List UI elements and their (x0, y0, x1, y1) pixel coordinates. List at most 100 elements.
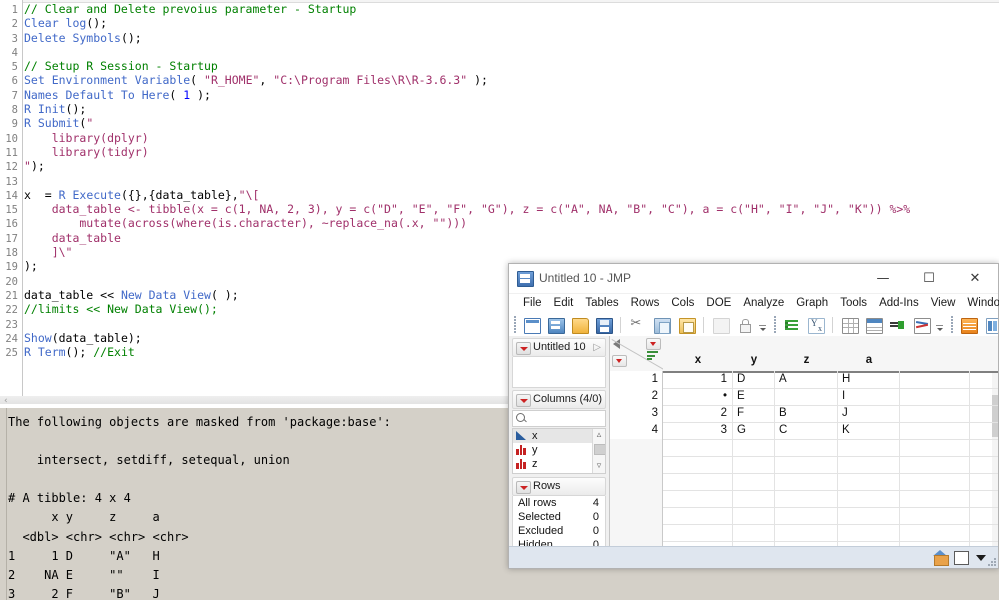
code-line[interactable]: 2Clear log(); (0, 16, 999, 30)
maximize-button[interactable]: ☐ (906, 264, 952, 293)
code-line[interactable]: 9R Submit(" (0, 116, 999, 130)
table-cell[interactable]: 2 (663, 405, 733, 422)
code-line[interactable]: 5// Setup R Session - Startup (0, 59, 999, 73)
row-header[interactable] (610, 439, 663, 456)
menu-item-analyze[interactable]: Analyze (737, 294, 790, 313)
table-cell[interactable] (733, 490, 775, 507)
fit-y-by-x-icon[interactable] (806, 316, 825, 334)
table-cell[interactable] (970, 405, 998, 422)
column-header-x[interactable]: x (663, 336, 734, 373)
table-cell[interactable] (900, 456, 970, 473)
table-cell[interactable] (838, 439, 900, 456)
table-cell[interactable] (733, 524, 775, 541)
row-header[interactable]: 1 (610, 371, 663, 388)
open-file-icon[interactable] (570, 316, 589, 334)
table-cell[interactable]: D (733, 371, 775, 388)
table-cell[interactable] (970, 422, 998, 439)
table-cell[interactable] (970, 388, 998, 405)
table-cell[interactable]: • (663, 388, 733, 405)
table-row[interactable] (610, 490, 998, 508)
table-cell[interactable] (663, 490, 733, 507)
table-cell[interactable] (775, 388, 838, 405)
chevron-right-icon[interactable]: ▷ (593, 341, 601, 354)
row-header[interactable] (610, 456, 663, 473)
code-line[interactable]: 15 data_table <- tibble(x = c(1, NA, 2, … (0, 202, 999, 216)
code-line[interactable]: 8R Init(); (0, 102, 999, 116)
column-header-a[interactable]: a (838, 336, 901, 373)
menu-item-rows[interactable]: Rows (625, 294, 666, 313)
column-header-empty[interactable] (900, 336, 971, 373)
table-cell[interactable] (733, 439, 775, 456)
table-cell[interactable] (663, 507, 733, 524)
row-header[interactable] (610, 490, 663, 507)
menu-item-tables[interactable]: Tables (579, 294, 624, 313)
table-cell[interactable] (838, 490, 900, 507)
table-cell[interactable]: H (838, 371, 900, 388)
table-cell[interactable] (838, 473, 900, 490)
tabulate-icon[interactable] (840, 316, 859, 334)
menu-item-cols[interactable]: Cols (665, 294, 700, 313)
table-cell[interactable]: J (838, 405, 900, 422)
table-scripts-area[interactable] (512, 357, 606, 388)
save-icon[interactable] (594, 316, 613, 334)
table-row[interactable] (610, 473, 998, 491)
code-line[interactable]: 11 library(tidyr) (0, 145, 999, 159)
graph-builder-icon[interactable] (959, 316, 978, 334)
menu-item-add-ins[interactable]: Add-Ins (873, 294, 925, 313)
menu-item-edit[interactable]: Edit (548, 294, 580, 313)
resize-grip[interactable] (988, 558, 996, 566)
table-cell[interactable]: K (838, 422, 900, 439)
toolbar-grip[interactable] (513, 315, 517, 333)
table-cell[interactable] (775, 473, 838, 490)
rows-panel-header[interactable]: Rows (512, 477, 606, 496)
home-window-icon[interactable] (933, 550, 948, 564)
menu-item-view[interactable]: View (925, 294, 962, 313)
row-header[interactable]: 4 (610, 422, 663, 439)
code-line[interactable]: 14x = R Execute({},{data_table},"\[ (0, 188, 999, 202)
table-row[interactable] (610, 456, 998, 474)
table-cell[interactable] (900, 490, 970, 507)
table-cell[interactable] (733, 507, 775, 524)
cut-icon[interactable] (628, 316, 647, 334)
columns-search-input[interactable] (512, 410, 606, 427)
table-cell[interactable] (838, 524, 900, 541)
table-cell[interactable] (838, 456, 900, 473)
table-cell[interactable] (900, 422, 970, 439)
table-row[interactable] (610, 524, 998, 542)
menu-item-tools[interactable]: Tools (834, 294, 873, 313)
rows-stat-all-rows[interactable]: All rows4 (513, 496, 605, 510)
table-row[interactable]: 32FBJ (610, 405, 998, 423)
columns-panel-header[interactable]: Columns (4/0) (512, 390, 606, 409)
table-cell[interactable]: A (775, 371, 838, 388)
fit-model-icon[interactable] (864, 316, 883, 334)
row-header[interactable]: 2 (610, 388, 663, 405)
white-square-icon[interactable] (954, 551, 969, 565)
table-cell[interactable] (970, 439, 998, 456)
jmp-data-grid[interactable]: xyza11DAH2•EI32FBJ43GCK (610, 336, 998, 546)
column-header-empty[interactable] (970, 336, 998, 373)
menu-item-file[interactable]: File (517, 294, 548, 313)
table-row[interactable] (610, 507, 998, 525)
table-cell[interactable] (663, 456, 733, 473)
jmp-data-table-window[interactable]: Untitled 10 - JMP — ☐ ✕ FileEditTablesRo… (508, 263, 999, 569)
control-chart-icon[interactable] (912, 316, 931, 334)
grid-corner-cell[interactable] (610, 336, 664, 373)
columns-red-triangle-icon[interactable] (646, 338, 661, 350)
jmp-menu-bar[interactable]: FileEditTablesRowsColsDOEAnalyzeGraphToo… (509, 294, 998, 313)
table-cell[interactable]: G (733, 422, 775, 439)
code-line[interactable]: 7Names Default To Here( 1 ); (0, 88, 999, 102)
table-cell[interactable] (970, 473, 998, 490)
code-line[interactable]: 16 mutate(across(where(is.character), ~r… (0, 216, 999, 230)
table-cell[interactable] (900, 439, 970, 456)
distribution-icon[interactable] (782, 316, 801, 334)
code-line[interactable]: 4 (0, 45, 999, 59)
code-line[interactable]: 6Set Environment Variable( "R_HOME", "C:… (0, 73, 999, 87)
caret-down-icon[interactable] (976, 555, 986, 561)
column-header-z[interactable]: z (775, 336, 839, 373)
table-row[interactable]: 43GCK (610, 422, 998, 440)
table-cell[interactable] (900, 507, 970, 524)
table-cell[interactable]: F (733, 405, 775, 422)
table-cell[interactable] (733, 456, 775, 473)
chart-icon[interactable] (984, 316, 999, 334)
splitter-collapse-icon[interactable]: ‹ (4, 397, 8, 405)
